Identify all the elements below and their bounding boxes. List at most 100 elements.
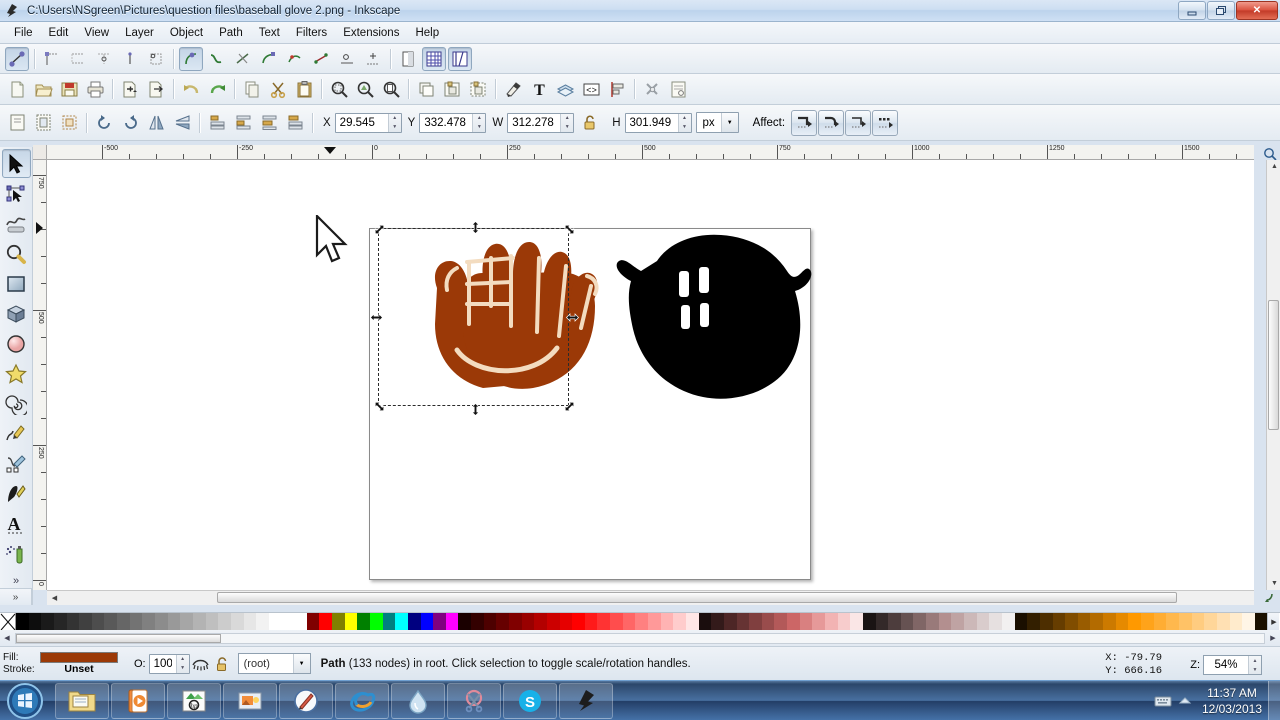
palette-swatch[interactable] [1242,613,1255,631]
y-field[interactable]: ▲▼ [419,112,487,133]
group-icon[interactable] [440,77,464,101]
snap-guides-icon[interactable] [448,46,472,71]
layer-selector[interactable]: (root) ▼ [237,653,311,674]
palette-swatch[interactable] [1052,613,1066,631]
layer-lock-icon[interactable] [213,654,233,674]
zoom-field[interactable]: 54% ▲ ▼ [1203,655,1262,675]
canvas-horizontal-scrollbar[interactable]: ◀ [47,590,1254,605]
raise-to-top-icon[interactable] [283,111,307,135]
handle-top-right[interactable] [563,223,575,235]
toolbox-overflow-button[interactable]: » [13,575,19,587]
rotate-cw-icon[interactable] [118,111,142,135]
select-all-icon[interactable] [5,111,29,135]
spiral-tool[interactable] [2,389,31,418]
lower-icon[interactable] [231,111,255,135]
taskbar-hp-app[interactable]: hp [167,682,221,719]
palette-swatch[interactable] [104,613,118,631]
x-field[interactable]: ▲▼ [334,112,402,133]
tweak-tool[interactable] [2,209,31,238]
affect-gradients-icon[interactable] [845,109,872,136]
flip-vertical-icon[interactable] [170,111,194,135]
palette-swatch[interactable] [610,613,623,631]
palette-swatch[interactable] [1191,613,1205,631]
canvas-vertical-scrollbar[interactable]: ▲ ▼ [1266,160,1280,590]
palette-swatch[interactable] [736,613,750,631]
palette-swatch[interactable] [812,613,825,631]
lock-aspect-ratio-icon[interactable] [579,112,601,134]
chevron-down-icon[interactable]: ▼ [720,113,738,132]
text-tool[interactable]: A [2,509,31,538]
palette-swatch[interactable] [989,613,1002,631]
palette-swatch[interactable] [1128,613,1142,631]
node-tool[interactable] [2,179,31,208]
show-desktop-button[interactable] [1268,681,1280,720]
palette-swatch[interactable] [900,613,914,631]
palette-swatch[interactable] [306,613,320,631]
palette-swatch[interactable] [142,613,156,631]
y-stepper[interactable]: ▲ ▼ [472,113,486,132]
palette-swatch[interactable] [53,613,67,631]
palette-swatch[interactable] [774,613,788,631]
opacity-input[interactable] [149,654,176,673]
snap-page-border-icon[interactable] [361,47,385,71]
palette-swatch[interactable] [1141,613,1154,631]
palette-swatch[interactable] [964,613,977,631]
windows-start-orb[interactable] [2,682,48,720]
y-input[interactable] [420,113,473,132]
rotate-ccw-icon[interactable] [92,111,116,135]
palette-swatch[interactable] [395,613,408,631]
undo-icon[interactable] [179,77,203,101]
deselect-icon[interactable] [57,111,81,135]
palette-swatch[interactable] [1254,613,1268,631]
palette-swatch[interactable] [1027,613,1040,631]
paste-icon[interactable] [292,77,316,101]
palette-swatch[interactable] [319,613,333,631]
new-document-icon[interactable] [5,77,29,101]
x-input[interactable] [335,113,388,132]
palette-swatch[interactable] [938,613,952,631]
palette-swatch[interactable] [723,613,737,631]
palette-swatch[interactable] [976,613,990,631]
vertical-scroll-thumb[interactable] [1268,300,1279,430]
layers-dialog-icon[interactable] [553,77,577,101]
scroll-up-arrow[interactable]: ▲ [1269,161,1280,172]
snap-bbox-edge-midpoints-icon[interactable] [118,47,142,71]
taskbar-snipping-tool[interactable] [447,682,501,719]
palette-scroll-row[interactable]: ◀ ▶ [0,630,1280,646]
save-document-icon[interactable] [57,77,81,101]
palette-swatch[interactable] [256,613,269,631]
palette-swatch[interactable] [281,613,295,631]
taskbar-water-app[interactable] [391,682,445,719]
vertical-ruler[interactable]: 750 500 250 0 [33,160,47,590]
zoom-value[interactable]: 54% [1204,656,1248,674]
duplicate-icon[interactable] [414,77,438,101]
palette-swatch[interactable] [357,613,370,631]
palette-scrollbar-track[interactable] [15,632,1265,644]
preferences-icon[interactable] [640,77,664,101]
palette-swatch[interactable] [230,613,244,631]
palette-swatch[interactable] [926,613,939,631]
palette-swatch[interactable] [622,613,636,631]
print-document-icon[interactable] [83,77,107,101]
palette-swatch[interactable] [1077,613,1091,631]
snap-line-midpoints-icon[interactable] [309,47,333,71]
tray-show-hidden-icon[interactable] [1174,690,1196,712]
w-input[interactable] [508,113,561,132]
layer-visibility-icon[interactable] [191,654,211,674]
handle-middle-right[interactable] [566,311,579,322]
snap-nodes-paths-icon[interactable] [179,46,203,71]
snap-bbox-centers-icon[interactable] [144,47,168,71]
palette-swatch[interactable] [496,613,509,631]
calligraphy-tool[interactable] [2,479,31,508]
palette-swatch[interactable] [673,613,686,631]
palette-swatch[interactable] [698,613,712,631]
affect-stroke-width-icon[interactable] [791,109,818,136]
palette-swatch[interactable] [1216,613,1230,631]
enable-snapping-icon[interactable] [5,46,29,71]
palette-swatch[interactable] [648,613,661,631]
palette-swatch[interactable] [483,613,497,631]
lower-to-bottom-icon[interactable] [205,111,229,135]
palette-swatch[interactable] [243,613,257,631]
affect-rounded-corners-icon[interactable] [818,109,845,136]
ellipse-tool[interactable] [2,329,31,358]
